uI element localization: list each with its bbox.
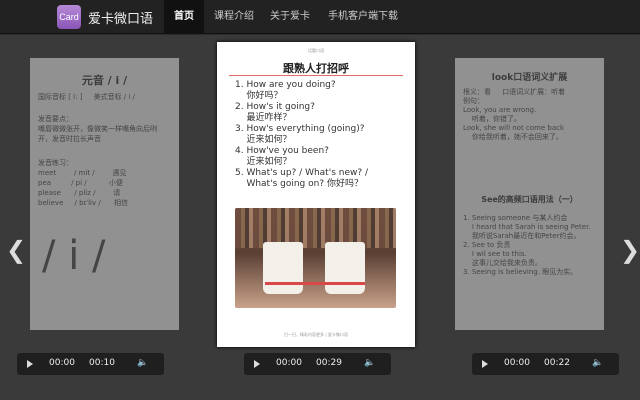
chevron-left-icon[interactable]: ❮: [6, 236, 26, 264]
audio-player-left[interactable]: 00:00 00:10 🔈: [17, 353, 164, 375]
chevron-right-icon[interactable]: ❯: [620, 236, 640, 264]
nav-home[interactable]: 首页: [164, 0, 204, 34]
play-icon[interactable]: [254, 360, 260, 368]
cup-graphic-left: [263, 242, 303, 294]
player-current-time: 00:00: [276, 358, 302, 368]
app-name[interactable]: 爱卡微口语: [88, 8, 153, 27]
nav-courses[interactable]: 课程介绍: [208, 0, 260, 34]
play-icon[interactable]: [482, 360, 488, 368]
audio-player-center[interactable]: 00:00 00:29 🔈: [244, 353, 391, 375]
player-duration: 00:29: [316, 358, 342, 368]
center-card-items: 1. How are you doing? 你好吗？ 2. How's it g…: [235, 80, 369, 189]
right-card-overlay: [455, 58, 604, 330]
right-lesson-card[interactable]: look口语词义扩展 根义：看 口语词义扩展：听着 例句： Look, you …: [455, 58, 604, 330]
left-lesson-card[interactable]: 元音 / i / 国际音标 [ i: ] 美式音标 / i / 发音要点： 嘴唇…: [30, 58, 179, 330]
center-card-footer: 扫一扫，精彩内容更多 | 爱卡微口语: [284, 332, 348, 337]
center-card-photo: [235, 208, 396, 308]
cup-graphic-right: [325, 242, 365, 294]
audio-player-right[interactable]: 00:00 00:22 🔈: [472, 353, 619, 375]
center-card-title-underline: [229, 75, 403, 76]
center-card-title: 跟熟人打招呼: [283, 62, 349, 75]
player-current-time: 00:00: [49, 358, 75, 368]
player-duration: 00:10: [89, 358, 115, 368]
nav-app-download[interactable]: 手机客户端下载: [326, 0, 400, 34]
play-icon[interactable]: [27, 360, 33, 368]
volume-icon[interactable]: 🔈: [137, 358, 148, 368]
bookshelf-graphic: [235, 208, 396, 248]
player-duration: 00:22: [544, 358, 570, 368]
top-nav-bar: Card 爱卡微口语 首页 课程介绍 关于爱卡 手机客户端下载: [0, 0, 640, 34]
ribbon-graphic: [265, 282, 365, 285]
center-card-header: 话题口语: [308, 48, 324, 53]
app-logo-icon[interactable]: Card: [57, 5, 81, 29]
volume-icon[interactable]: 🔈: [592, 358, 603, 368]
nav-about[interactable]: 关于爱卡: [264, 0, 316, 34]
left-card-overlay: [30, 58, 179, 330]
player-current-time: 00:00: [504, 358, 530, 368]
volume-icon[interactable]: 🔈: [364, 358, 375, 368]
